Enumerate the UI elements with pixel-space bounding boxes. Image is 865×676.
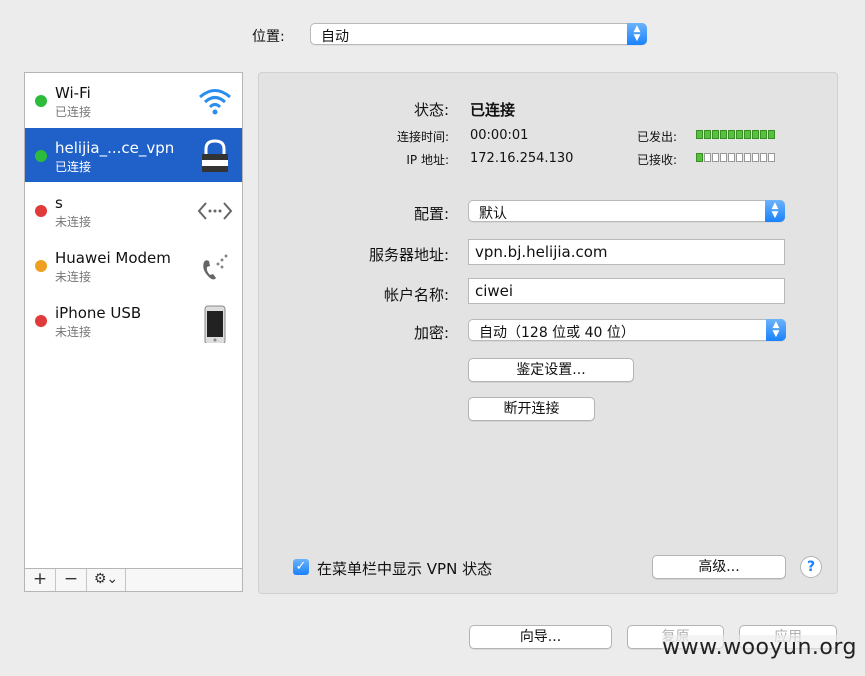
status-value: 已连接 [470,101,516,119]
service-status: 未连接 [55,270,92,284]
meter-segment [760,153,767,162]
config-value: 默认 [479,206,507,222]
service-name: iPhone USB [55,304,142,322]
received-label: 已接收: [636,153,677,167]
service-name: helijia_...ce_vpn [55,139,175,157]
service-status: 已连接 [55,160,92,174]
meter-segment [768,130,775,139]
authentication-settings-button[interactable]: 鉴定设置... [468,358,634,382]
location-label: 位置: [252,29,285,45]
watermark-text: www.wooyun.org [662,635,857,660]
service-list-toolbar: + − ⚙︎⌄ [25,568,242,591]
status-dot [35,205,47,217]
meter-segment [736,130,743,139]
service-name: Huawei Modem [55,249,171,267]
add-service-button[interactable]: + [25,569,56,591]
encryption-popup[interactable]: 自动（128 位或 40 位） ▲ ▼ [468,319,786,341]
meter-segment [736,153,743,162]
service-status: 未连接 [55,215,92,229]
ip-value: 172.16.254.130 [470,151,574,166]
service-list: Wi-Fi 已连接 helijia_...ce_vpn 已连接 s 未连接 Huawei M… [24,72,243,592]
service-status: 未连接 [55,325,92,339]
received-meter [696,153,775,162]
status-dot [35,150,47,162]
service-item[interactable]: Wi-Fi 已连接 [25,73,242,127]
service-item[interactable]: iPhone USB 未连接 [25,293,242,347]
iphone-icon [196,303,234,345]
status-dot [35,315,47,327]
modem-phone-icon [196,248,234,284]
status-label: 状态: [413,101,449,119]
assist-me-button[interactable]: 向导... [469,625,612,649]
location-popup[interactable]: 自动 ▲ ▼ [310,23,647,45]
meter-segment [720,130,727,139]
account-name-field[interactable]: ciwei [468,278,785,304]
gear-menu-button[interactable]: ⚙︎⌄ [87,569,126,591]
connect-time-value: 00:00:01 [470,128,529,143]
account-label: 帐户名称: [383,286,449,304]
status-dot [35,95,47,107]
meter-segment [768,153,775,162]
meter-segment [752,153,759,162]
meter-segment [728,153,735,162]
meter-segment [704,130,711,139]
service-status: 已连接 [55,105,92,119]
disconnect-button[interactable]: 断开连接 [468,397,595,421]
meter-segment [744,153,751,162]
popup-arrows-icon: ▲ ▼ [627,23,647,45]
meter-segment [712,153,719,162]
wifi-icon [196,83,234,119]
encryption-value: 自动（128 位或 40 位） [479,325,635,341]
ethernet-icon [196,193,234,229]
encryption-label: 加密: [413,324,449,342]
sent-label: 已发出: [636,130,677,144]
server-label: 服务器地址: [368,246,449,264]
meter-segment [696,153,703,162]
connect-time-label: 连接时间: [396,130,449,144]
meter-segment [720,153,727,162]
service-name: s [55,194,63,212]
show-vpn-status-label: 在菜单栏中显示 VPN 状态 [317,560,493,578]
show-vpn-status-checkbox[interactable]: ✓ [293,559,309,575]
meter-segment [704,153,711,162]
vpn-settings-panel: 状态: 已连接 连接时间: 00:00:01 IP 地址: 172.16.254… [258,72,838,594]
service-item[interactable]: s 未连接 [25,183,242,237]
service-item[interactable]: Huawei Modem 未连接 [25,238,242,292]
meter-segment [712,130,719,139]
advanced-button[interactable]: 高级... [652,555,786,579]
server-address-field[interactable]: vpn.bj.helijia.com [468,239,785,265]
status-dot [35,260,47,272]
help-button[interactable]: ? [800,556,822,578]
meter-segment [696,130,703,139]
meter-segment [752,130,759,139]
service-item[interactable]: helijia_...ce_vpn 已连接 [25,128,242,182]
config-label: 配置: [413,205,449,223]
meter-segment [760,130,767,139]
meter-segment [744,130,751,139]
vpn-lock-icon [196,138,234,174]
popup-arrows-icon: ▲ ▼ [766,319,786,341]
service-name: Wi-Fi [55,84,91,102]
location-value: 自动 [321,29,349,45]
meter-segment [728,130,735,139]
config-popup[interactable]: 默认 ▲ ▼ [468,200,785,222]
popup-arrows-icon: ▲ ▼ [765,200,785,222]
ip-label: IP 地址: [406,153,449,167]
remove-service-button[interactable]: − [56,569,87,591]
sent-meter [696,130,775,139]
